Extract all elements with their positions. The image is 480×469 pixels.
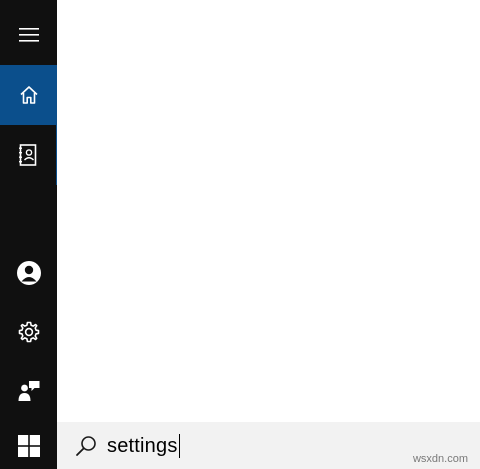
notebook-icon — [19, 144, 37, 166]
notebook-button[interactable] — [0, 125, 57, 185]
feedback-button[interactable] — [0, 364, 57, 418]
menu-button[interactable] — [0, 12, 57, 58]
user-icon — [16, 261, 41, 285]
hamburger-menu-icon — [18, 28, 39, 42]
cortana-search-panel: settings wsxdn.com — [0, 0, 480, 469]
left-rail — [0, 0, 57, 469]
home-icon — [19, 86, 38, 104]
gear-icon — [18, 321, 39, 343]
search-bar[interactable]: settings wsxdn.com — [57, 422, 480, 469]
account-button[interactable] — [0, 246, 57, 300]
home-button[interactable] — [0, 65, 57, 125]
feedback-icon — [18, 381, 39, 401]
settings-button[interactable] — [0, 304, 57, 360]
search-input[interactable]: settings — [107, 432, 180, 460]
windows-logo-icon — [17, 434, 40, 457]
start-button[interactable] — [0, 422, 57, 469]
search-input-text: settings — [107, 434, 178, 457]
watermark: wsxdn.com — [412, 453, 468, 465]
search-icon — [76, 436, 96, 456]
text-cursor — [178, 434, 180, 458]
results-area — [57, 0, 480, 422]
